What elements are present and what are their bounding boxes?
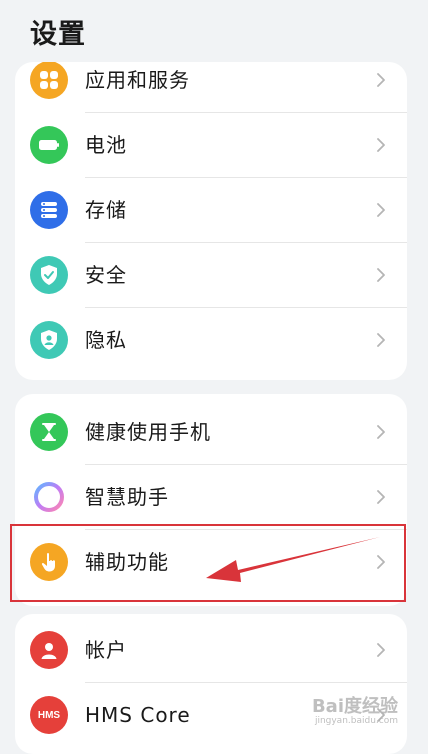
annotation-arrow <box>206 537 380 582</box>
watermark-url: jingyan.baidu.com <box>314 716 398 726</box>
watermark-brand: Bai度经验 <box>311 696 398 717</box>
watermark: Bai度经验 jingyan.baidu.com <box>312 692 398 726</box>
